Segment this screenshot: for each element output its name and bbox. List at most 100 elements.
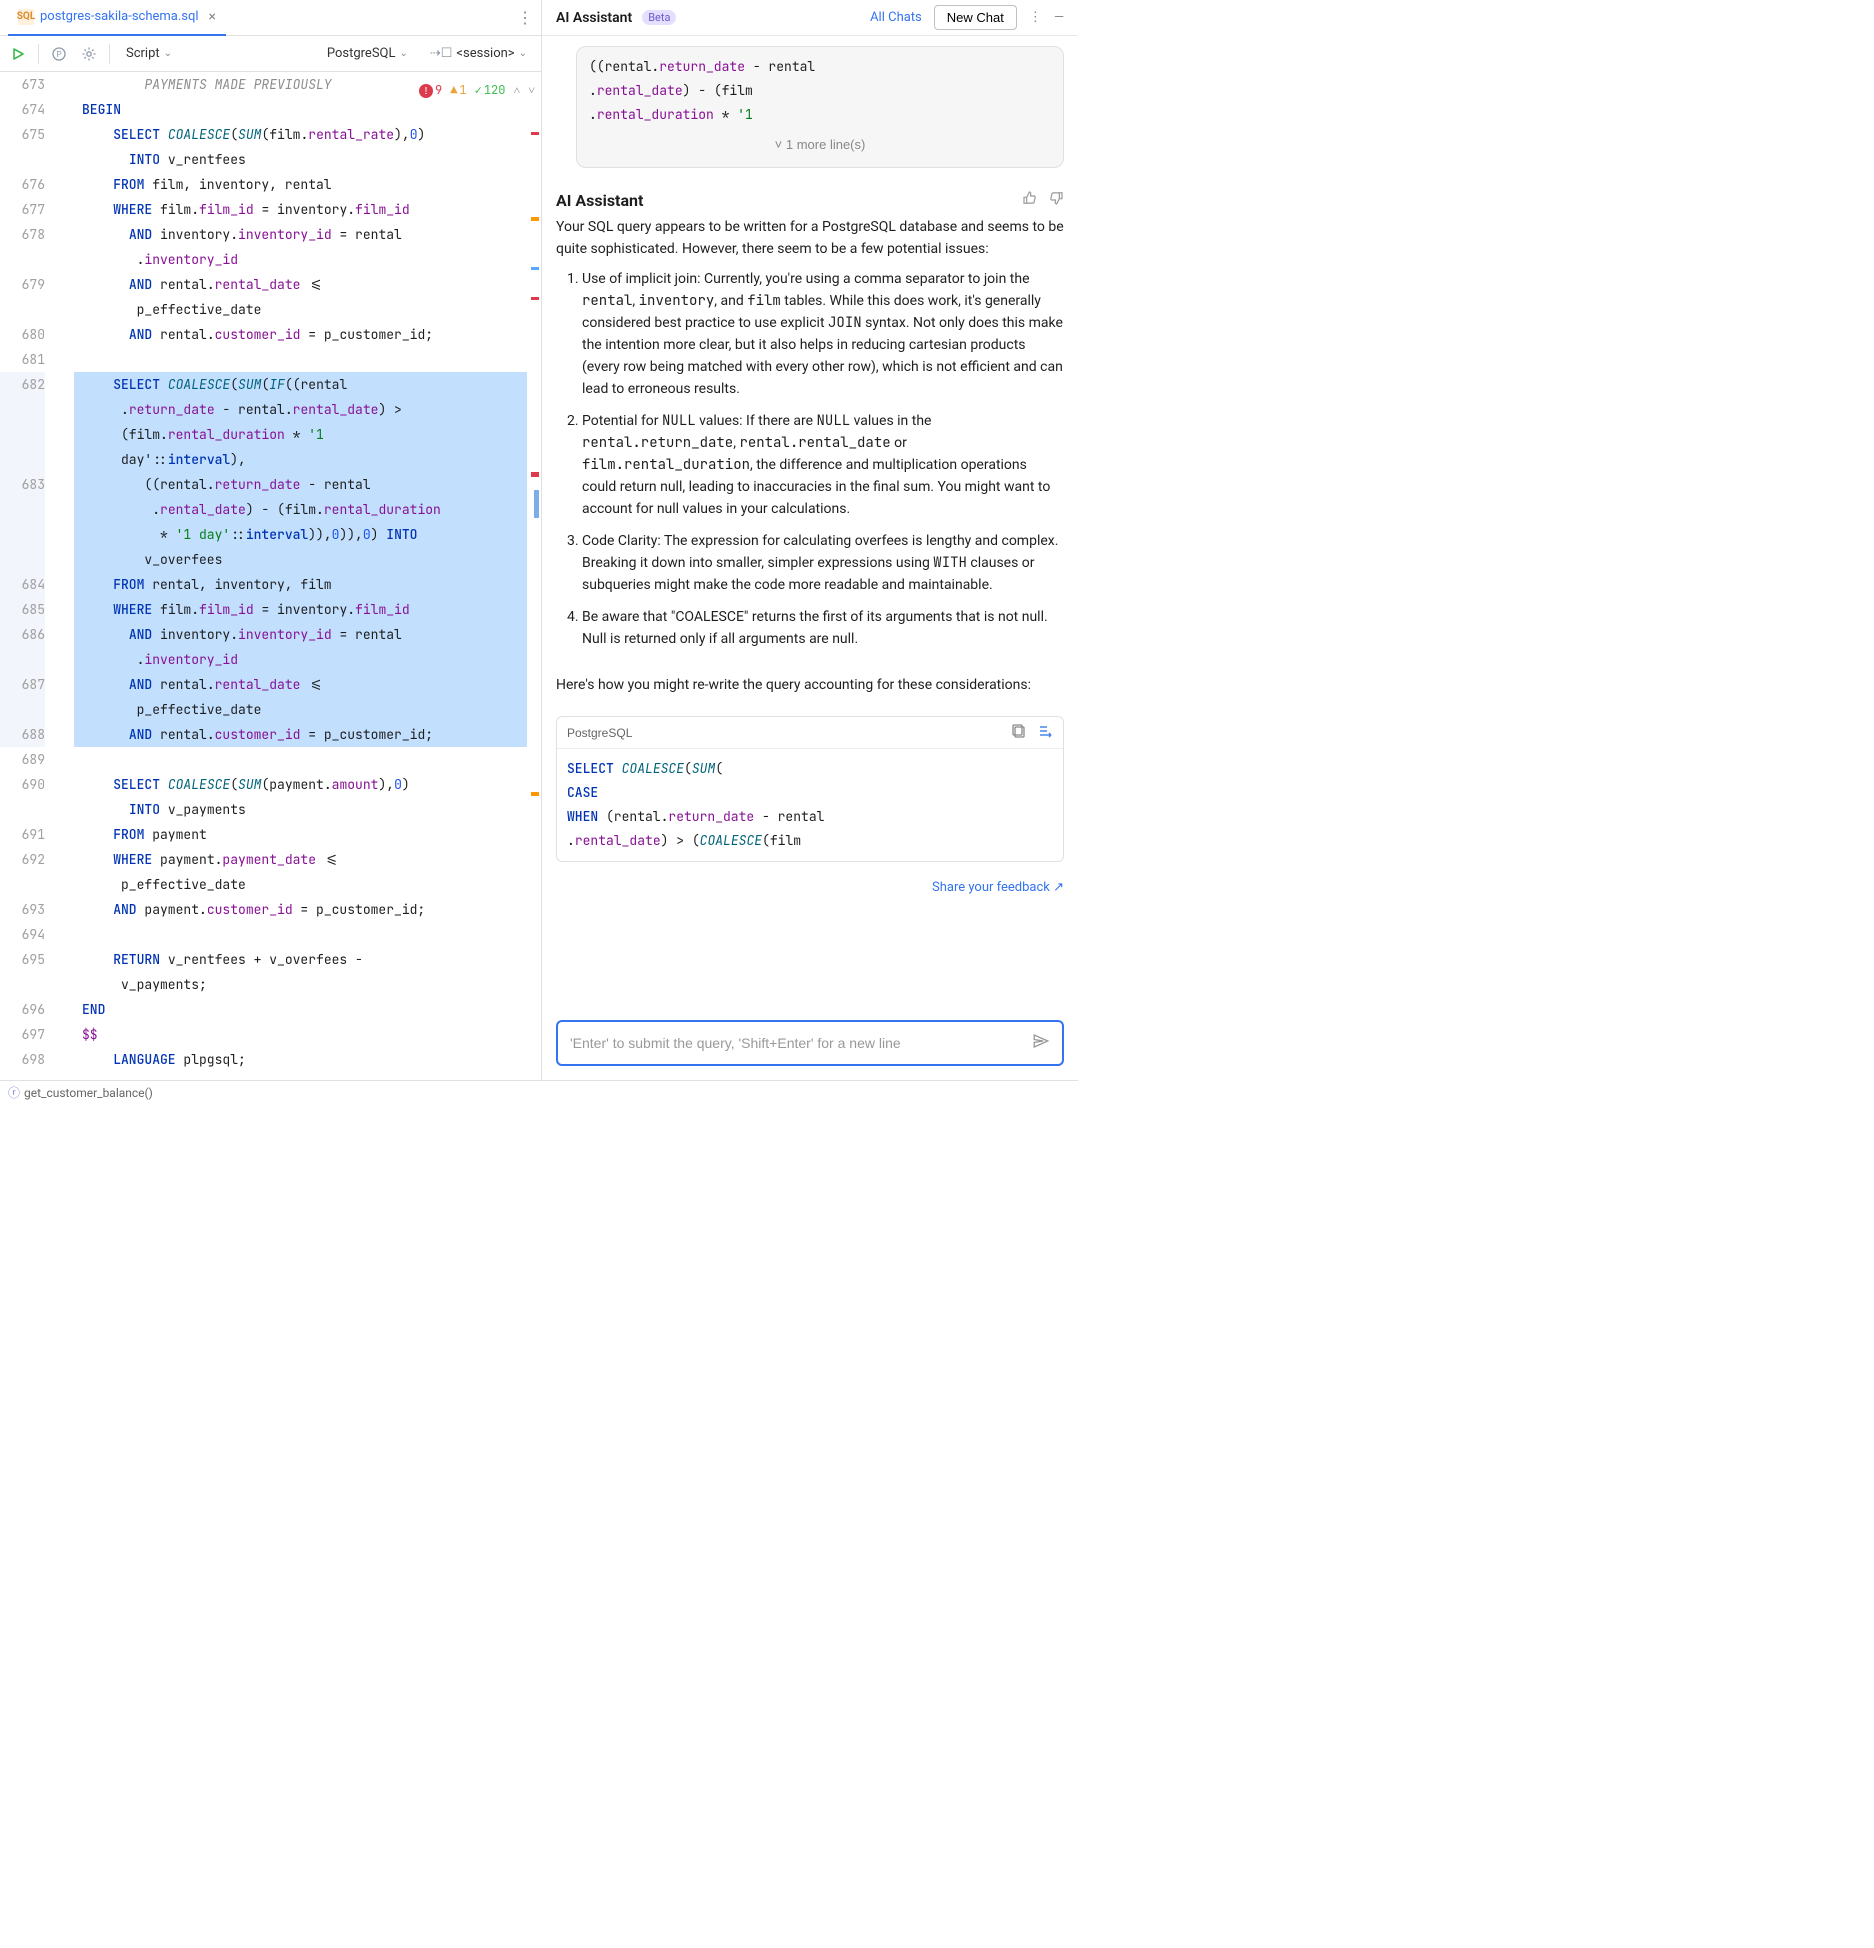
code-line[interactable]: .inventory_id xyxy=(74,647,527,672)
chevron-down-icon[interactable]: ˅ xyxy=(528,78,535,103)
ai-message-title: AI Assistant xyxy=(556,191,643,210)
status-function: get_customer_balance() xyxy=(24,1086,153,1100)
sql-file-icon: SQL xyxy=(18,9,34,25)
code-line[interactable]: $$ xyxy=(74,1022,527,1047)
all-chats-link[interactable]: All Chats xyxy=(870,10,922,25)
ai-code-snippet: PostgreSQL SELECT COALESCE(SUM( CASE WHE… xyxy=(556,716,1064,862)
code-line[interactable]: RETURN v_rentfees + v_overfees - xyxy=(74,947,527,972)
settings-icon[interactable] xyxy=(79,44,99,64)
chevron-down-icon: ⌄ xyxy=(519,48,527,59)
code-line[interactable]: day'::interval), xyxy=(74,447,527,472)
fold-gutter xyxy=(58,72,74,1080)
ai-input-area xyxy=(542,1012,1078,1080)
ai-text-input[interactable] xyxy=(570,1035,1032,1051)
tab-filename: postgres-sakila-schema.sql xyxy=(40,9,199,24)
editor-pane: SQL postgres-sakila-schema.sql × ⋮ P Scr… xyxy=(0,0,542,1080)
run-icon[interactable] xyxy=(8,44,28,64)
feedback-link[interactable]: Share your feedback ↗ xyxy=(542,876,1078,899)
code-line[interactable]: AND payment.customer_id = p_customer_id; xyxy=(74,897,527,922)
code-line[interactable]: AND rental.customer_id = p_customer_id; xyxy=(74,322,527,347)
session-dropdown[interactable]: ⇢☐ <session> ⌄ xyxy=(424,44,533,63)
code-line[interactable] xyxy=(74,747,527,772)
line-gutter: 6736746756766776786796806816826836846856… xyxy=(0,72,58,1080)
code-line[interactable]: SELECT COALESCE(SUM(film.rental_rate),0) xyxy=(74,122,527,147)
code-line[interactable]: p_effective_date xyxy=(74,697,527,722)
code-line[interactable]: .return_date - rental.rental_date) > xyxy=(74,397,527,422)
copy-icon[interactable] xyxy=(1011,723,1027,742)
code-line[interactable]: v_payments; xyxy=(74,972,527,997)
new-chat-button[interactable]: New Chat xyxy=(934,5,1017,30)
code-line[interactable]: .rental_date) - (film.rental_duration xyxy=(74,497,527,522)
code-line[interactable]: * '1 day'::interval)),0)),0) INTO xyxy=(74,522,527,547)
script-label: Script xyxy=(126,46,160,61)
code-line[interactable]: WHERE film.film_id = inventory.film_id xyxy=(74,197,527,222)
ai-title: AI Assistant xyxy=(556,10,632,26)
thumbs-up-icon[interactable] xyxy=(1022,190,1038,210)
ai-message-body: Your SQL query appears to be written for… xyxy=(542,216,1078,670)
file-tab[interactable]: SQL postgres-sakila-schema.sql × xyxy=(8,0,226,36)
code-line[interactable]: .inventory_id xyxy=(74,247,527,272)
code-area[interactable]: PAYMENTS MADE PREVIOUSLYBEGIN SELECT COA… xyxy=(74,72,527,1080)
svg-text:P: P xyxy=(56,50,61,59)
ai-rewrite-intro: Here's how you might re-write the query … xyxy=(542,670,1078,706)
code-line[interactable]: FROM payment xyxy=(74,822,527,847)
dialect-dropdown[interactable]: PostgreSQL ⌄ xyxy=(321,44,414,63)
chevron-up-icon[interactable]: ˄ xyxy=(513,78,520,103)
insert-icon[interactable] xyxy=(1037,723,1053,742)
more-icon[interactable]: ⋮ xyxy=(1029,10,1042,25)
chevron-down-icon: ⌄ xyxy=(399,48,407,59)
ai-point: Be aware that "COALESCE" returns the fir… xyxy=(582,606,1064,650)
close-icon[interactable]: × xyxy=(209,9,216,25)
code-line[interactable]: INTO v_payments xyxy=(74,797,527,822)
code-line[interactable]: WHERE payment.payment_date <= xyxy=(74,847,527,872)
code-line[interactable]: WHERE film.film_id = inventory.film_id xyxy=(74,597,527,622)
script-dropdown[interactable]: Script ⌄ xyxy=(120,44,178,63)
code-line[interactable]: AND rental.customer_id = p_customer_id; xyxy=(74,722,527,747)
code-line[interactable]: v_overfees xyxy=(74,547,527,572)
code-line[interactable]: END xyxy=(74,997,527,1022)
tab-bar: SQL postgres-sakila-schema.sql × ⋮ xyxy=(0,0,541,36)
code-line[interactable]: INTO v_rentfees xyxy=(74,147,527,172)
minimize-icon[interactable]: — xyxy=(1054,10,1064,25)
ai-point: Code Clarity: The expression for calcula… xyxy=(582,530,1064,596)
code-line[interactable]: FROM rental, inventory, film xyxy=(74,572,527,597)
explain-plan-icon[interactable]: P xyxy=(49,44,69,64)
code-line[interactable] xyxy=(74,922,527,947)
datasource-icon: ⇢☐ xyxy=(430,46,453,61)
code-line[interactable]: FROM film, inventory, rental xyxy=(74,172,527,197)
editor-toolbar: P Script ⌄ PostgreSQL ⌄ ⇢☐ <session> ⌄ xyxy=(0,36,541,72)
beta-badge: Beta xyxy=(642,10,676,25)
session-label: <session> xyxy=(456,46,514,61)
warning-count: ▲1 xyxy=(450,78,466,103)
ai-point: Potential for NULL values: If there are … xyxy=(582,410,1064,520)
ai-assistant-pane: AI Assistant Beta All Chats New Chat ⋮ —… xyxy=(542,0,1078,1080)
code-line[interactable]: AND rental.rental_date <= xyxy=(74,672,527,697)
snippet-lang: PostgreSQL xyxy=(567,726,632,740)
dialect-label: PostgreSQL xyxy=(327,46,396,61)
expand-snippet[interactable]: 1 more line(s) xyxy=(589,127,1051,159)
tab-overflow-icon[interactable]: ⋮ xyxy=(517,8,533,27)
code-line[interactable]: AND rental.rental_date <= xyxy=(74,272,527,297)
code-line[interactable]: ((rental.return_date - rental xyxy=(74,472,527,497)
user-snippet: ((rental.return_date - rental .rental_da… xyxy=(576,46,1064,168)
code-line[interactable]: AND inventory.inventory_id = rental xyxy=(74,222,527,247)
error-count: !9 xyxy=(419,78,442,103)
ai-input[interactable] xyxy=(556,1020,1064,1066)
send-icon[interactable] xyxy=(1032,1032,1050,1054)
code-line[interactable] xyxy=(74,347,527,372)
ai-header: AI Assistant Beta All Chats New Chat ⋮ — xyxy=(542,0,1078,36)
code-line[interactable]: p_effective_date xyxy=(74,297,527,322)
ai-point: Use of implicit join: Currently, you're … xyxy=(582,268,1064,400)
code-line[interactable]: AND inventory.inventory_id = rental xyxy=(74,622,527,647)
ok-count: ✓120 xyxy=(475,78,506,103)
code-line[interactable]: LANGUAGE plpgsql; xyxy=(74,1047,527,1072)
thumbs-down-icon[interactable] xyxy=(1048,190,1064,210)
code-editor[interactable]: 6736746756766776786796806816826836846856… xyxy=(0,72,541,1080)
code-line[interactable]: SELECT COALESCE(SUM(payment.amount),0) xyxy=(74,772,527,797)
code-line[interactable]: (film.rental_duration * '1 xyxy=(74,422,527,447)
status-bar: ⓡ get_customer_balance() xyxy=(0,1080,1078,1104)
code-line[interactable]: p_effective_date xyxy=(74,872,527,897)
inspection-status[interactable]: !9 ▲1 ✓120 ˄ ˅ xyxy=(413,76,541,105)
ai-chat-content: ((rental.return_date - rental .rental_da… xyxy=(542,36,1078,1012)
code-line[interactable]: SELECT COALESCE(SUM(IF((rental xyxy=(74,372,527,397)
